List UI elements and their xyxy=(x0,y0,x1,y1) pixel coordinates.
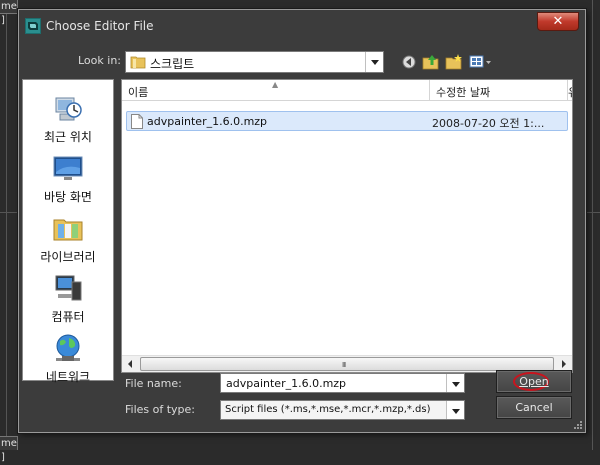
chevron-down-icon[interactable] xyxy=(446,374,464,392)
file-name-value: advpainter_1.6.0.mzp xyxy=(226,377,347,390)
background-viewport-label-bottom: me ] xyxy=(0,436,18,463)
column-header-name[interactable]: ▲ 이름 xyxy=(122,80,430,100)
place-label: 라이브러리 xyxy=(40,250,96,264)
file-list[interactable]: ▲ 이름 수정한 날짜 유 advpainter_1.6.0.mzp 2008-… xyxy=(121,79,573,373)
place-label: 최근 위치 xyxy=(44,130,92,144)
look-in-dropdown[interactable]: 스크립트 xyxy=(125,51,384,73)
dialog-title: Choose Editor File xyxy=(46,19,154,33)
sort-ascending-icon: ▲ xyxy=(272,80,279,89)
place-recent-locations[interactable]: 최근 위치 xyxy=(23,92,113,145)
file-row[interactable]: advpainter_1.6.0.mzp 2008-07-20 오전 1:...… xyxy=(126,111,572,131)
recent-places-icon xyxy=(55,97,82,121)
background-divider-right xyxy=(592,0,593,450)
place-network[interactable]: 네트워크 xyxy=(23,332,113,385)
background-viewport-label-top: me ] xyxy=(0,0,18,26)
files-of-type-label: Files of type: xyxy=(125,403,196,416)
place-libraries[interactable]: 라이브러리 xyxy=(23,212,113,265)
folder-icon xyxy=(130,56,146,69)
background-hline-right xyxy=(586,212,600,213)
column-header-type[interactable]: 유 xyxy=(568,80,572,100)
desktop-icon xyxy=(53,156,83,180)
place-label: 컴퓨터 xyxy=(51,310,85,324)
libraries-icon xyxy=(53,219,83,241)
new-folder-icon[interactable] xyxy=(444,52,464,72)
app-3ds-icon xyxy=(25,18,41,34)
place-computer[interactable]: 컴퓨터 xyxy=(23,272,113,325)
scroll-thumb[interactable]: III xyxy=(140,357,554,371)
places-bar: 최근 위치 바탕 화면 라이브러리 컴퓨터 네트워크 xyxy=(22,79,114,384)
file-name-label: File name: xyxy=(125,377,182,390)
chevron-down-icon[interactable] xyxy=(446,401,464,419)
file-date: 2008-07-20 오전 1:... xyxy=(432,117,545,130)
file-name: advpainter_1.6.0.mzp xyxy=(147,115,268,128)
column-header-date[interactable]: 수정한 날짜 xyxy=(430,80,568,100)
open-button-label: Open xyxy=(519,375,549,388)
up-folder-icon[interactable] xyxy=(421,52,441,72)
cancel-button[interactable]: Cancel xyxy=(496,396,572,419)
look-in-label: Look in: xyxy=(78,54,121,67)
file-type: M xyxy=(571,115,572,128)
computer-icon xyxy=(55,275,82,301)
look-in-value: 스크립트 xyxy=(150,57,195,71)
scroll-grip: III xyxy=(342,361,346,369)
file-icon xyxy=(131,114,143,129)
scroll-left-icon[interactable] xyxy=(122,356,139,372)
choose-editor-file-dialog: Choose Editor File ✕ Look in: 스크립트 최근 위치… xyxy=(18,9,586,433)
background-divider-left xyxy=(6,0,7,450)
files-of-type-value: Script files (*.ms,*.mse,*.mcr,*.mzp,*.d… xyxy=(225,404,431,415)
view-menu-icon[interactable] xyxy=(468,52,494,72)
files-of-type-dropdown[interactable]: Script files (*.ms,*.mse,*.mcr,*.mzp,*.d… xyxy=(220,400,465,420)
network-icon xyxy=(56,334,80,361)
cancel-button-label: Cancel xyxy=(515,401,553,414)
title-bar[interactable]: Choose Editor File ✕ xyxy=(19,10,585,40)
file-name-input[interactable]: advpainter_1.6.0.mzp xyxy=(220,373,465,393)
back-icon[interactable] xyxy=(399,52,419,72)
place-label: 네트워크 xyxy=(45,370,91,384)
place-desktop[interactable]: 바탕 화면 xyxy=(23,152,113,205)
background-hline-left xyxy=(0,212,18,213)
chevron-down-icon[interactable] xyxy=(365,52,383,72)
close-button[interactable]: ✕ xyxy=(537,12,579,31)
resize-grip-icon[interactable] xyxy=(573,420,583,430)
open-button[interactable]: Open xyxy=(496,370,572,393)
place-label: 바탕 화면 xyxy=(44,190,92,204)
column-header-row: ▲ 이름 수정한 날짜 유 xyxy=(122,80,572,101)
close-icon: ✕ xyxy=(552,14,564,29)
